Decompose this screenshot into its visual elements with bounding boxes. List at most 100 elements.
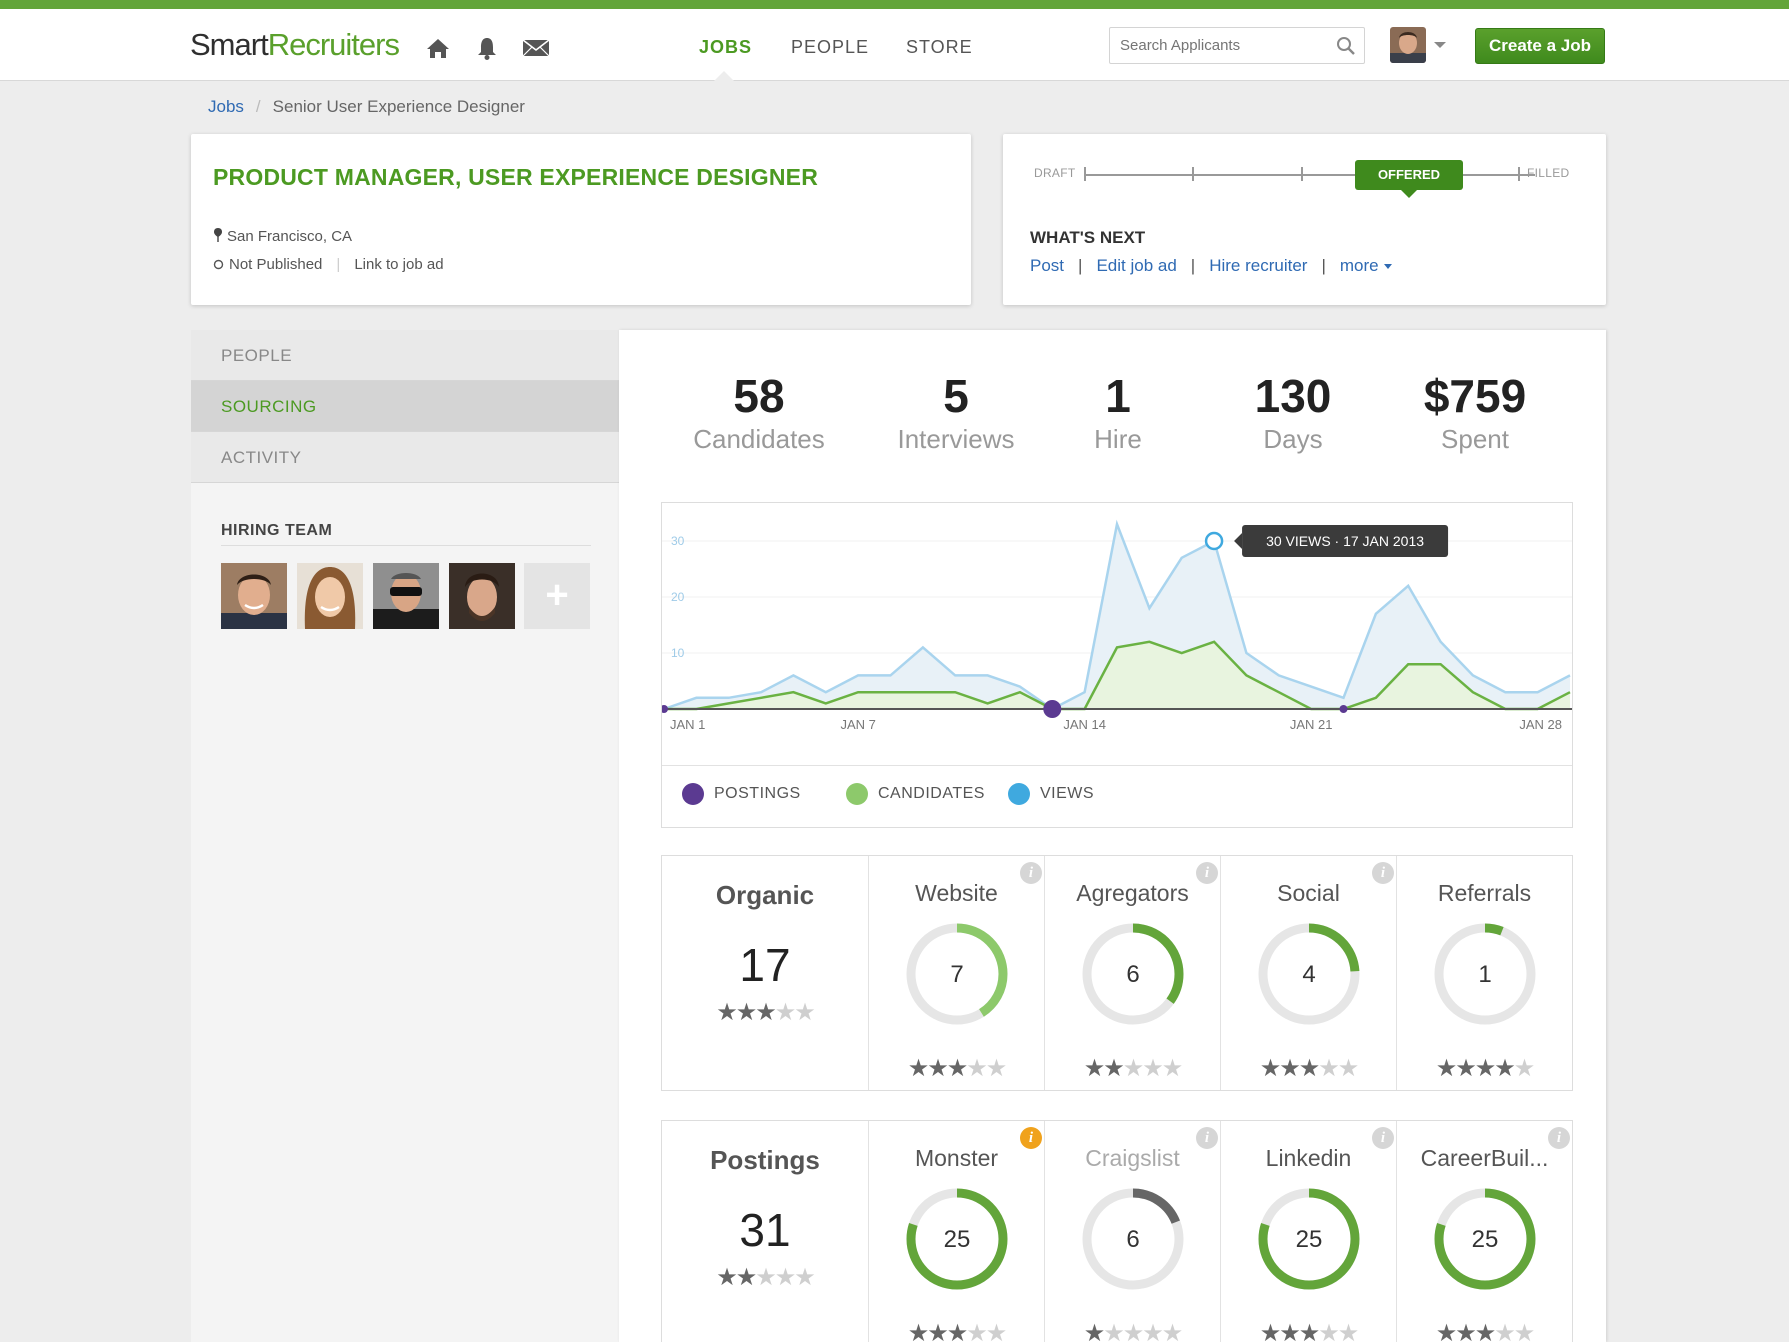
star-icon: ★ — [1494, 1320, 1515, 1342]
x-tick-label: JAN 14 — [1063, 717, 1106, 732]
job-summary-card: PRODUCT MANAGER, USER EXPERIENCE DESIGNE… — [191, 134, 971, 305]
source-count: 25 — [1472, 1226, 1499, 1253]
create-job-button[interactable]: Create a Job — [1475, 28, 1605, 64]
divider — [221, 545, 591, 546]
star-icon: ★ — [985, 1055, 1007, 1082]
source-cell-referrals[interactable]: Referrals 1 ★★★★★ — [1396, 856, 1572, 1090]
legend-label: CANDIDATES — [878, 785, 985, 802]
sidebar-item-activity[interactable]: ACTIVITY — [191, 432, 619, 483]
post-link[interactable]: Post — [1030, 256, 1064, 275]
star-icon: ★ — [927, 1320, 948, 1342]
highlighted-point — [1204, 531, 1224, 551]
add-team-member-button[interactable]: + — [524, 563, 590, 629]
stage-tick — [1192, 167, 1194, 181]
star-icon: ★ — [985, 1320, 1007, 1342]
nav-store[interactable]: STORE — [906, 37, 973, 58]
sidebar-item-people[interactable]: PEOPLE — [191, 330, 619, 381]
breadcrumb-jobs-link[interactable]: Jobs — [208, 97, 244, 116]
star-icon: ★ — [1142, 1055, 1163, 1082]
star-icon: ★ — [716, 1264, 737, 1291]
sourcing-activity-chart: 10 20 30 JAN 1 JAN 7 JAN 14 JAN 21 JAN 28 30 VIE… — [660, 502, 1573, 828]
source-rating-stars: ★★★★★ — [1045, 1054, 1220, 1083]
user-menu-chevron-icon[interactable] — [1434, 42, 1446, 48]
team-member-avatar[interactable] — [221, 563, 287, 629]
more-dropdown[interactable]: more — [1340, 256, 1379, 275]
link-to-job-ad[interactable]: Link to job ad — [354, 256, 443, 273]
organic-summary: Organic 17 ★★★★★ — [662, 856, 868, 1090]
source-name: CareerBuil... — [1420, 1145, 1549, 1171]
current-stage-pointer — [1401, 190, 1417, 198]
star-icon: ★ — [1298, 1320, 1320, 1342]
divider — [662, 765, 1572, 766]
legend-label: VIEWS — [1040, 785, 1095, 802]
stat-hire: 1 Hire — [1033, 370, 1203, 456]
source-donut: 1 — [1434, 923, 1536, 1025]
top-accent-bar — [0, 0, 1789, 9]
more-chevron-down-icon[interactable] — [1383, 264, 1392, 270]
stat-value: 130 — [1254, 370, 1332, 422]
star-icon: ★ — [774, 1264, 796, 1291]
home-icon[interactable] — [425, 35, 451, 61]
job-location: San Francisco, CA — [213, 228, 352, 245]
star-icon: ★ — [1161, 1055, 1183, 1082]
source-cell-linkedin[interactable]: i Linkedin 25 ★★★★★ — [1220, 1121, 1396, 1342]
stage-draft-label: DRAFT — [1034, 166, 1076, 180]
user-avatar[interactable] — [1390, 27, 1426, 63]
edit-job-ad-link[interactable]: Edit job ad — [1096, 256, 1176, 275]
source-cell-craigslist[interactable]: i Craigslist 6 ★★★★★ — [1044, 1121, 1220, 1342]
hire-recruiter-link[interactable]: Hire recruiter — [1209, 256, 1307, 275]
source-cell-monster[interactable]: i Monster 25 ★★★★★ — [868, 1121, 1044, 1342]
team-member-avatar[interactable] — [297, 563, 363, 629]
star-icon: ★ — [927, 1055, 948, 1082]
mail-icon[interactable] — [522, 35, 550, 61]
star-icon: ★ — [907, 1320, 929, 1342]
stage-tick — [1301, 167, 1303, 181]
search-input[interactable] — [1110, 28, 1320, 63]
x-tick-label: JAN 21 — [1290, 717, 1333, 732]
bell-icon[interactable] — [474, 35, 500, 61]
source-count: 1 — [1478, 961, 1491, 988]
star-icon: ★ — [716, 999, 737, 1026]
organic-rating-stars: ★★★★★ — [662, 998, 868, 1027]
source-donut: 25 — [1434, 1188, 1536, 1290]
stage-tick — [1518, 167, 1520, 181]
job-sidebar: PEOPLE SOURCING ACTIVITY HIRING TEAM + — [191, 330, 630, 1342]
smartrecruiters-logo[interactable]: SmartRecruiters — [190, 27, 400, 63]
sidebar-item-sourcing[interactable]: SOURCING — [191, 381, 630, 432]
team-member-avatar[interactable] — [449, 563, 515, 629]
star-icon: ★ — [735, 1264, 757, 1291]
y-tick-label: 30 — [671, 534, 685, 548]
source-cell-agregators[interactable]: i Agregators 6 ★★★★★ — [1044, 856, 1220, 1090]
team-member-avatar[interactable] — [373, 563, 439, 629]
source-cell-social[interactable]: i Social 4 ★★★★★ — [1220, 856, 1396, 1090]
star-icon: ★ — [1318, 1320, 1339, 1342]
posting-marker — [660, 705, 668, 713]
star-icon: ★ — [1455, 1320, 1476, 1342]
nav-jobs[interactable]: JOBS — [699, 37, 752, 58]
search-applicants-box[interactable] — [1109, 27, 1365, 64]
stat-label: Interviews — [897, 424, 1015, 454]
sourcing-panel: 58 Candidates 5 Interviews 1 Hire 130 Da… — [619, 330, 1606, 1342]
source-cell-careerbuil[interactable]: i CareerBuil... 25 ★★★★★ — [1396, 1121, 1572, 1342]
next-actions: Post | Edit job ad | Hire recruiter | more — [1030, 256, 1392, 276]
star-icon: ★ — [755, 999, 776, 1026]
star-icon: ★ — [1513, 1055, 1535, 1082]
source-cell-website[interactable]: i Website 7 ★★★★★ — [868, 856, 1044, 1090]
star-icon: ★ — [1435, 1055, 1457, 1082]
source-count: 6 — [1126, 961, 1139, 988]
star-icon: ★ — [735, 999, 757, 1026]
current-stage-badge[interactable]: OFFERED — [1355, 160, 1463, 190]
source-rating-stars: ★★★★★ — [1397, 1319, 1572, 1342]
active-nav-pointer — [713, 71, 735, 82]
star-icon: ★ — [1259, 1055, 1281, 1082]
x-tick-label: JAN 7 — [840, 717, 875, 732]
star-icon: ★ — [1279, 1320, 1300, 1342]
activity-chart-svg: 10 20 30 JAN 1 JAN 7 JAN 14 JAN 21 JAN 28 30 VIE… — [660, 519, 1572, 732]
star-icon: ★ — [1298, 1055, 1320, 1082]
star-icon: ★ — [1083, 1320, 1105, 1342]
search-icon[interactable] — [1336, 36, 1356, 61]
star-icon: ★ — [1513, 1320, 1535, 1342]
nav-people[interactable]: PEOPLE — [791, 37, 869, 58]
job-status-text: Not Published — [229, 256, 323, 273]
x-tick-label: JAN 28 — [1519, 717, 1562, 732]
